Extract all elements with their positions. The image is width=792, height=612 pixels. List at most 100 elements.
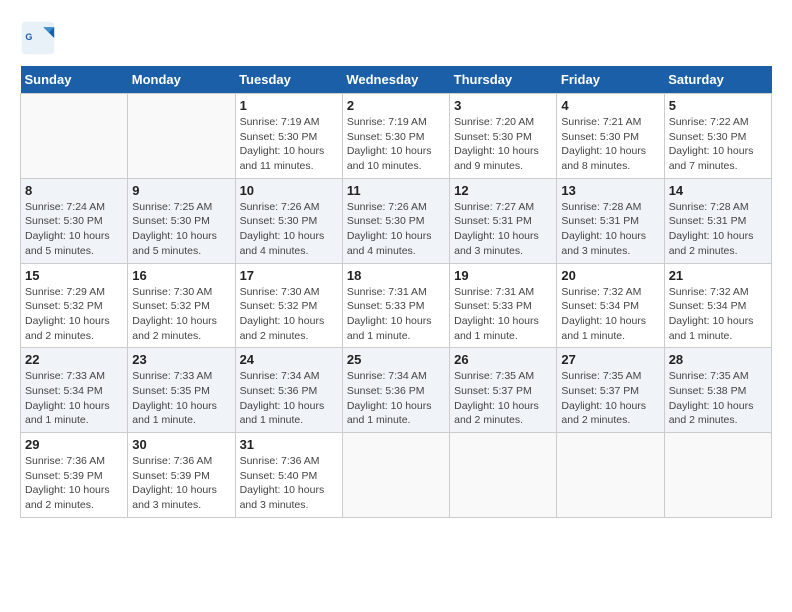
day-info: Sunrise: 7:28 AMSunset: 5:31 PMDaylight:… <box>669 201 754 257</box>
calendar-cell: 31 Sunrise: 7:36 AMSunset: 5:40 PMDaylig… <box>235 433 342 518</box>
calendar-cell <box>342 433 449 518</box>
calendar-cell: 13 Sunrise: 7:28 AMSunset: 5:31 PMDaylig… <box>557 178 664 263</box>
logo-icon: G <box>20 20 56 56</box>
calendar-cell: 27 Sunrise: 7:35 AMSunset: 5:37 PMDaylig… <box>557 348 664 433</box>
day-number: 22 <box>25 352 123 367</box>
calendar-cell: 18 Sunrise: 7:31 AMSunset: 5:33 PMDaylig… <box>342 263 449 348</box>
day-number: 1 <box>240 98 338 113</box>
day-info: Sunrise: 7:35 AMSunset: 5:37 PMDaylight:… <box>561 370 646 426</box>
calendar-cell: 12 Sunrise: 7:27 AMSunset: 5:31 PMDaylig… <box>450 178 557 263</box>
day-info: Sunrise: 7:19 AMSunset: 5:30 PMDaylight:… <box>347 116 432 172</box>
day-info: Sunrise: 7:28 AMSunset: 5:31 PMDaylight:… <box>561 201 646 257</box>
day-info: Sunrise: 7:36 AMSunset: 5:39 PMDaylight:… <box>132 455 217 511</box>
calendar-cell: 1 Sunrise: 7:19 AMSunset: 5:30 PMDayligh… <box>235 94 342 179</box>
calendar-week-row: 15 Sunrise: 7:29 AMSunset: 5:32 PMDaylig… <box>21 263 772 348</box>
calendar-cell <box>664 433 771 518</box>
day-info: Sunrise: 7:29 AMSunset: 5:32 PMDaylight:… <box>25 286 110 342</box>
day-number: 12 <box>454 183 552 198</box>
day-info: Sunrise: 7:30 AMSunset: 5:32 PMDaylight:… <box>240 286 325 342</box>
day-info: Sunrise: 7:35 AMSunset: 5:38 PMDaylight:… <box>669 370 754 426</box>
day-number: 10 <box>240 183 338 198</box>
day-info: Sunrise: 7:19 AMSunset: 5:30 PMDaylight:… <box>240 116 325 172</box>
day-number: 20 <box>561 268 659 283</box>
calendar-cell <box>557 433 664 518</box>
weekday-header-monday: Monday <box>128 66 235 94</box>
day-info: Sunrise: 7:26 AMSunset: 5:30 PMDaylight:… <box>240 201 325 257</box>
day-info: Sunrise: 7:34 AMSunset: 5:36 PMDaylight:… <box>347 370 432 426</box>
day-number: 13 <box>561 183 659 198</box>
calendar-cell <box>450 433 557 518</box>
calendar-cell: 10 Sunrise: 7:26 AMSunset: 5:30 PMDaylig… <box>235 178 342 263</box>
logo: G <box>20 20 60 56</box>
day-number: 8 <box>25 183 123 198</box>
calendar-week-row: 29 Sunrise: 7:36 AMSunset: 5:39 PMDaylig… <box>21 433 772 518</box>
calendar-week-row: 1 Sunrise: 7:19 AMSunset: 5:30 PMDayligh… <box>21 94 772 179</box>
day-info: Sunrise: 7:31 AMSunset: 5:33 PMDaylight:… <box>454 286 539 342</box>
weekday-header-saturday: Saturday <box>664 66 771 94</box>
calendar-cell <box>128 94 235 179</box>
day-number: 17 <box>240 268 338 283</box>
svg-text:G: G <box>25 32 32 42</box>
day-info: Sunrise: 7:33 AMSunset: 5:34 PMDaylight:… <box>25 370 110 426</box>
calendar-cell: 16 Sunrise: 7:30 AMSunset: 5:32 PMDaylig… <box>128 263 235 348</box>
calendar-cell: 28 Sunrise: 7:35 AMSunset: 5:38 PMDaylig… <box>664 348 771 433</box>
calendar-cell: 30 Sunrise: 7:36 AMSunset: 5:39 PMDaylig… <box>128 433 235 518</box>
day-number: 27 <box>561 352 659 367</box>
calendar-cell: 3 Sunrise: 7:20 AMSunset: 5:30 PMDayligh… <box>450 94 557 179</box>
page-header: G <box>20 20 772 56</box>
day-number: 25 <box>347 352 445 367</box>
calendar-cell: 2 Sunrise: 7:19 AMSunset: 5:30 PMDayligh… <box>342 94 449 179</box>
calendar-week-row: 22 Sunrise: 7:33 AMSunset: 5:34 PMDaylig… <box>21 348 772 433</box>
calendar-cell: 15 Sunrise: 7:29 AMSunset: 5:32 PMDaylig… <box>21 263 128 348</box>
day-number: 5 <box>669 98 767 113</box>
calendar-cell: 20 Sunrise: 7:32 AMSunset: 5:34 PMDaylig… <box>557 263 664 348</box>
calendar-cell: 17 Sunrise: 7:30 AMSunset: 5:32 PMDaylig… <box>235 263 342 348</box>
day-number: 29 <box>25 437 123 452</box>
day-number: 19 <box>454 268 552 283</box>
day-number: 31 <box>240 437 338 452</box>
day-number: 9 <box>132 183 230 198</box>
calendar-cell: 4 Sunrise: 7:21 AMSunset: 5:30 PMDayligh… <box>557 94 664 179</box>
day-number: 23 <box>132 352 230 367</box>
calendar-cell: 22 Sunrise: 7:33 AMSunset: 5:34 PMDaylig… <box>21 348 128 433</box>
calendar-table: SundayMondayTuesdayWednesdayThursdayFrid… <box>20 66 772 518</box>
day-number: 24 <box>240 352 338 367</box>
day-info: Sunrise: 7:34 AMSunset: 5:36 PMDaylight:… <box>240 370 325 426</box>
day-number: 30 <box>132 437 230 452</box>
calendar-cell: 5 Sunrise: 7:22 AMSunset: 5:30 PMDayligh… <box>664 94 771 179</box>
calendar-header-row: SundayMondayTuesdayWednesdayThursdayFrid… <box>21 66 772 94</box>
day-number: 3 <box>454 98 552 113</box>
day-info: Sunrise: 7:22 AMSunset: 5:30 PMDaylight:… <box>669 116 754 172</box>
day-number: 21 <box>669 268 767 283</box>
day-info: Sunrise: 7:25 AMSunset: 5:30 PMDaylight:… <box>132 201 217 257</box>
day-number: 18 <box>347 268 445 283</box>
calendar-cell: 29 Sunrise: 7:36 AMSunset: 5:39 PMDaylig… <box>21 433 128 518</box>
calendar-cell: 25 Sunrise: 7:34 AMSunset: 5:36 PMDaylig… <box>342 348 449 433</box>
calendar-cell: 26 Sunrise: 7:35 AMSunset: 5:37 PMDaylig… <box>450 348 557 433</box>
calendar-cell: 9 Sunrise: 7:25 AMSunset: 5:30 PMDayligh… <box>128 178 235 263</box>
calendar-cell: 8 Sunrise: 7:24 AMSunset: 5:30 PMDayligh… <box>21 178 128 263</box>
weekday-header-tuesday: Tuesday <box>235 66 342 94</box>
day-info: Sunrise: 7:32 AMSunset: 5:34 PMDaylight:… <box>561 286 646 342</box>
day-number: 28 <box>669 352 767 367</box>
day-number: 14 <box>669 183 767 198</box>
day-number: 15 <box>25 268 123 283</box>
calendar-cell: 23 Sunrise: 7:33 AMSunset: 5:35 PMDaylig… <box>128 348 235 433</box>
calendar-cell <box>21 94 128 179</box>
weekday-header-wednesday: Wednesday <box>342 66 449 94</box>
day-info: Sunrise: 7:36 AMSunset: 5:39 PMDaylight:… <box>25 455 110 511</box>
day-info: Sunrise: 7:21 AMSunset: 5:30 PMDaylight:… <box>561 116 646 172</box>
day-info: Sunrise: 7:36 AMSunset: 5:40 PMDaylight:… <box>240 455 325 511</box>
day-info: Sunrise: 7:32 AMSunset: 5:34 PMDaylight:… <box>669 286 754 342</box>
day-number: 4 <box>561 98 659 113</box>
day-number: 26 <box>454 352 552 367</box>
weekday-header-friday: Friday <box>557 66 664 94</box>
day-number: 2 <box>347 98 445 113</box>
calendar-week-row: 8 Sunrise: 7:24 AMSunset: 5:30 PMDayligh… <box>21 178 772 263</box>
weekday-header-sunday: Sunday <box>21 66 128 94</box>
calendar-cell: 14 Sunrise: 7:28 AMSunset: 5:31 PMDaylig… <box>664 178 771 263</box>
day-info: Sunrise: 7:33 AMSunset: 5:35 PMDaylight:… <box>132 370 217 426</box>
calendar-cell: 21 Sunrise: 7:32 AMSunset: 5:34 PMDaylig… <box>664 263 771 348</box>
day-info: Sunrise: 7:20 AMSunset: 5:30 PMDaylight:… <box>454 116 539 172</box>
weekday-header-thursday: Thursday <box>450 66 557 94</box>
